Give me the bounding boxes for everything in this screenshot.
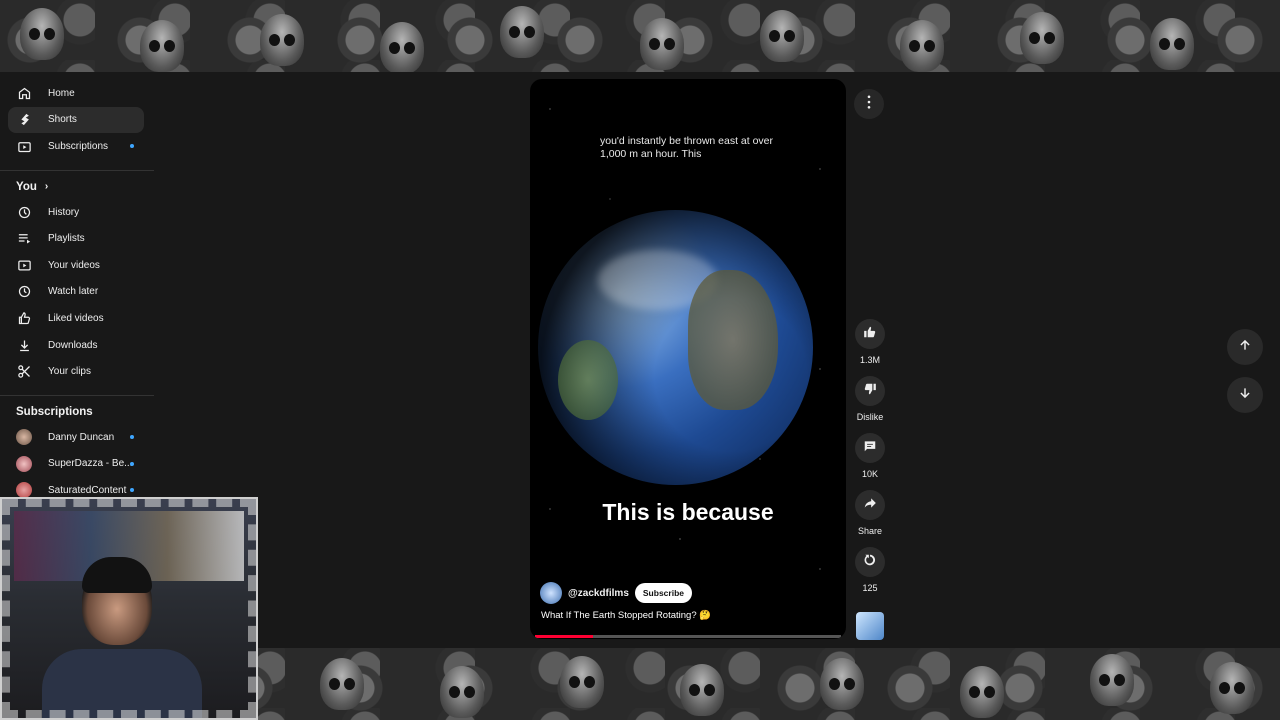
comments-count: 10K: [861, 469, 878, 479]
remix-icon: [863, 553, 877, 572]
sidebar-item-label: Your videos: [48, 259, 100, 271]
sidebar-item-label: Downloads: [48, 339, 98, 351]
more-options-button[interactable]: [854, 89, 884, 119]
webcam-overlay: [0, 497, 258, 720]
home-icon: [16, 85, 32, 101]
watch-later-icon: [16, 284, 32, 300]
subscription-item-danny-duncan[interactable]: Danny Duncan: [8, 424, 144, 451]
more-vert-icon: [863, 94, 875, 114]
clips-icon: [16, 364, 32, 380]
video-title[interactable]: What If The Earth Stopped Rotating? 🤔: [541, 610, 711, 621]
sidebar-item-history[interactable]: History: [8, 199, 144, 226]
sidebar-item-label: Watch later: [48, 286, 99, 298]
sound-thumbnail[interactable]: [856, 612, 884, 640]
history-icon: [16, 204, 32, 220]
subscription-label: SaturatedContent: [48, 484, 127, 496]
sidebar-item-your-videos[interactable]: Your videos: [8, 252, 144, 279]
previous-short-button[interactable]: [1227, 329, 1263, 365]
like-action: 1.3M: [853, 319, 887, 365]
shorts-icon: [16, 112, 32, 128]
sidebar-item-label: Subscriptions: [48, 140, 109, 152]
arrow-up-icon: [1238, 338, 1252, 357]
remix-count: 125: [862, 583, 878, 593]
skull-frame-border: [2, 499, 256, 718]
sidebar-item-home[interactable]: Home: [8, 80, 144, 107]
subscribe-button[interactable]: Subscribe: [634, 583, 692, 603]
like-count: 1.3M: [859, 355, 880, 365]
new-content-dot: [130, 144, 134, 149]
background-skull-banner-top: [0, 0, 1280, 72]
new-content-dot: [130, 435, 134, 440]
subscription-label: SuperDazza - Be...: [48, 458, 133, 470]
sidebar-item-your-clips[interactable]: Your clips: [8, 358, 144, 385]
playlists-icon: [16, 231, 32, 247]
channel-row: @zackdfilms Subscribe: [540, 582, 692, 604]
thumbs-up-icon: [863, 325, 877, 344]
remix-action: 125: [853, 547, 887, 593]
sidebar-item-label: Playlists: [48, 233, 85, 245]
caption-main: This is because: [602, 499, 774, 525]
comments-action: 10K: [853, 433, 887, 479]
dislike-button[interactable]: [855, 376, 885, 406]
earth-image: [538, 210, 813, 485]
channel-avatar[interactable]: [540, 582, 562, 604]
comment-icon: [863, 439, 877, 458]
sidebar-item-shorts[interactable]: Shorts: [8, 106, 144, 134]
progress-fill: [535, 635, 594, 638]
liked-videos-icon: [16, 310, 32, 326]
like-button[interactable]: [855, 319, 885, 349]
sidebar-subscriptions-heading: Subscriptions: [16, 405, 93, 418]
new-content-dot: [130, 488, 134, 493]
sidebar-item-playlists[interactable]: Playlists: [8, 225, 144, 252]
share-action: Share: [853, 490, 887, 536]
progress-bar[interactable]: [535, 635, 841, 638]
arrow-down-icon: [1238, 386, 1252, 405]
comments-button[interactable]: [855, 433, 885, 463]
share-icon: [863, 496, 877, 515]
avatar: [16, 429, 32, 446]
sidebar-divider: [0, 169, 154, 171]
sidebar-item-subscriptions[interactable]: Subscriptions: [8, 133, 144, 160]
sidebar-item-watch-later[interactable]: Watch later: [8, 279, 144, 306]
dislike-action: Dislike: [853, 376, 887, 422]
shorts-player[interactable]: you'd instantly be thrown east at over 1…: [530, 79, 846, 639]
channel-name[interactable]: @zackdfilms: [568, 588, 629, 599]
share-label: Share: [857, 526, 883, 536]
sidebar-item-label: History: [48, 206, 80, 218]
share-button[interactable]: [855, 490, 885, 520]
sidebar-item-label: Home: [48, 87, 75, 99]
avatar: [16, 455, 32, 472]
your-videos-icon: [16, 257, 32, 273]
subscriptions-icon: [16, 138, 32, 154]
dislike-label: Dislike: [856, 412, 884, 422]
subscription-label: Danny Duncan: [48, 431, 115, 443]
sidebar-divider: [0, 394, 154, 396]
remix-button[interactable]: [855, 547, 885, 577]
thumbs-down-icon: [863, 382, 877, 401]
sidebar-item-label: Your clips: [48, 366, 91, 378]
sidebar-item-label: Liked videos: [48, 312, 104, 324]
action-bar: 1.3M Dislike 10K Share 125: [853, 319, 887, 604]
sidebar-item-downloads[interactable]: Downloads: [8, 332, 144, 359]
sidebar-item-liked-videos[interactable]: Liked videos: [8, 305, 144, 332]
chevron-right-icon: ›: [44, 181, 49, 193]
sidebar-item-label: Shorts: [48, 114, 77, 126]
sidebar-you-heading[interactable]: You ›: [16, 181, 156, 193]
new-content-dot: [130, 461, 134, 466]
caption-top: you'd instantly be thrown east at over 1…: [600, 135, 774, 160]
downloads-icon: [16, 337, 32, 353]
next-short-button[interactable]: [1227, 377, 1263, 413]
subscription-item-superdazza[interactable]: SuperDazza - Be...: [8, 451, 144, 478]
